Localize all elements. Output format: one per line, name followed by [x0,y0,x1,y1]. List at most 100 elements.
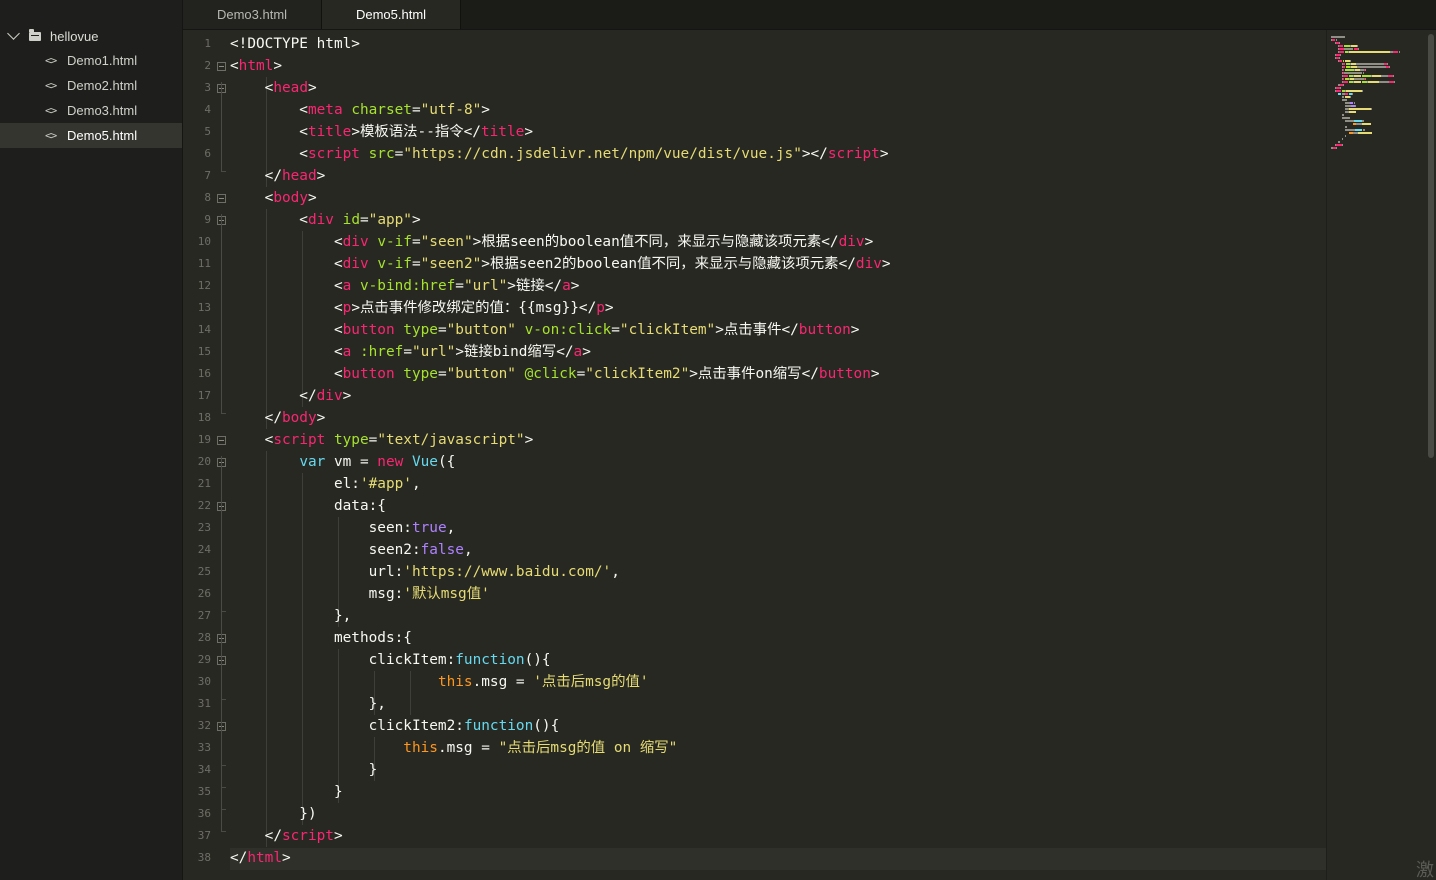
code-token: type [333,432,369,448]
folder-hellovue[interactable]: hellovue [0,25,182,47]
fold-toggle-icon[interactable] [217,62,226,71]
minimap-stroke [1394,81,1395,83]
code-line[interactable]: }, [230,605,351,627]
code-line[interactable]: <p>点击事件修改绑定的值：{{msg}}</p> [230,297,614,319]
code-token: < [230,322,343,338]
code-line[interactable]: <body> [230,187,317,209]
code-token: head [273,80,308,96]
code-token: .msg = [437,740,499,756]
code-token: div [307,212,334,228]
code-line[interactable]: <script src="https://cdn.jsdelivr.net/np… [230,143,888,165]
line-number: 11 [197,257,211,270]
minimap-stroke [1353,75,1361,77]
code-token: "https://cdn.jsdelivr.net/npm/vue/dist/v… [403,146,802,162]
fold-toggle-icon[interactable] [217,194,226,203]
code-line[interactable]: <a :href="url">链接bind缩写</a> [230,341,591,363]
code-line[interactable]: }, [230,693,386,715]
code-token: = [437,366,447,382]
tab-demo3[interactable]: Demo3.html [183,0,322,29]
sidebar: hellovue <> Demo1.html <> Demo2.html <> … [0,0,183,880]
code-line[interactable]: <button type="button" @click="clickItem2… [230,363,880,385]
code-line[interactable]: var vm = new Vue({ [230,451,455,473]
minimap[interactable] [1326,30,1429,880]
code-line[interactable]: clickItem:function(){ [230,649,551,671]
code-line[interactable]: <html> [230,55,282,77]
chevron-down-icon[interactable] [7,26,20,40]
code-line[interactable]: <div v-if="seen">根据seen的boolean值不同，来显示与隐… [230,231,873,253]
minimap-stroke [1340,54,1341,56]
code-token: p [342,300,352,316]
line-number: 32 [197,719,211,732]
code-token: false [420,542,464,558]
code-line[interactable]: this.msg = '点击后msg的值' [230,671,649,693]
line-number-gutter: 1 2 3 4 5 6 7 8 9 10 11 12 13 14 15 16 17 18 19 20 21 22 23 24 2… [183,30,230,880]
code-line[interactable]: data:{ [230,495,386,517]
code-line[interactable]: <a v-bind:href="url">链接</a> [230,275,579,297]
code-line[interactable]: </div> [230,385,351,407]
code-line[interactable]: <div v-if="seen2">根据seen2的boolean值不同，来显示… [230,253,891,275]
minimap-stroke [1349,60,1351,62]
code-line[interactable]: </body> [230,407,326,429]
code-token: methods:{ [230,630,412,646]
code-line[interactable]: clickItem2:function(){ [230,715,560,737]
code-token: > [333,828,343,844]
code-token: >链接</ [507,278,563,294]
code-line[interactable]: <title>模板语法--指令</title> [230,121,533,143]
code-line[interactable]: <button type="button" v-on:click="clickI… [230,319,860,341]
code-line[interactable]: seen:true, [230,517,456,539]
code-line[interactable]: methods:{ [230,627,412,649]
fold-range-line [221,742,222,765]
minimap-stroke [1354,78,1365,80]
line-number: 16 [197,367,211,380]
line-number: 28 [197,631,211,644]
minimap-stroke [1335,39,1337,41]
code-line[interactable]: } [230,781,343,803]
code-line[interactable]: </head> [230,165,326,187]
fold-toggle-icon[interactable] [217,436,226,445]
minimap-stroke [1345,93,1349,95]
sidebar-file-demo5[interactable]: <> Demo5.html [0,123,182,148]
code-line[interactable]: el:'#app', [230,473,421,495]
line-number: 29 [197,653,211,666]
code-line[interactable]: msg:'默认msg值' [230,583,490,605]
minimap-stroke [1345,135,1347,137]
sidebar-file-demo3[interactable]: <> Demo3.html [0,98,182,123]
code-line[interactable]: url:'https://www.baidu.com/', [230,561,620,583]
tab-demo5[interactable]: Demo5.html [322,0,461,29]
code-token: > [481,102,490,118]
code-line[interactable]: this.msg = "点击后msg的值 on 缩写" [230,737,677,759]
code-line[interactable]: </script> [230,825,343,847]
code-token: button [798,322,851,338]
sidebar-file-demo1[interactable]: <> Demo1.html [0,48,182,73]
line-number: 37 [197,829,211,842]
file-label: Demo2.html [67,78,138,93]
minimap-stroke [1335,90,1341,92]
code-line[interactable]: <!DOCTYPE html> [230,33,360,55]
minimap-stroke [1354,120,1362,122]
code-token: > [604,300,614,316]
code-line[interactable]: seen2:false, [230,539,473,561]
code-token: .msg = [472,674,534,690]
code-line[interactable]: <head> [230,77,317,99]
code-token: type [403,366,438,382]
code-token: body [281,410,317,426]
minimap-stroke [1358,132,1373,134]
code-token: = [437,322,447,338]
code-line[interactable]: } [230,759,378,781]
code-line[interactable]: </html> [230,847,291,869]
code-area[interactable]: <!DOCTYPE html> <html> <head> <meta chars… [230,33,1326,880]
code-token: ></ [801,146,828,162]
sidebar-file-demo2[interactable]: <> Demo2.html [0,73,182,98]
code-token: > [524,432,534,448]
code-line[interactable]: <script type="text/javascript"> [230,429,534,451]
vertical-scrollbar[interactable] [1428,34,1434,458]
code-token: "url" [411,344,456,360]
code-line[interactable]: <div id="app"> [230,209,420,231]
code-token: "button" [446,322,516,338]
code-line[interactable]: }) [230,803,316,825]
code-token: >根据seen的boolean值不同，来显示与隐藏该项元素</ [472,234,839,250]
code-line[interactable]: <meta charset="utf-8"> [230,99,490,121]
fold-range-end [221,413,226,414]
